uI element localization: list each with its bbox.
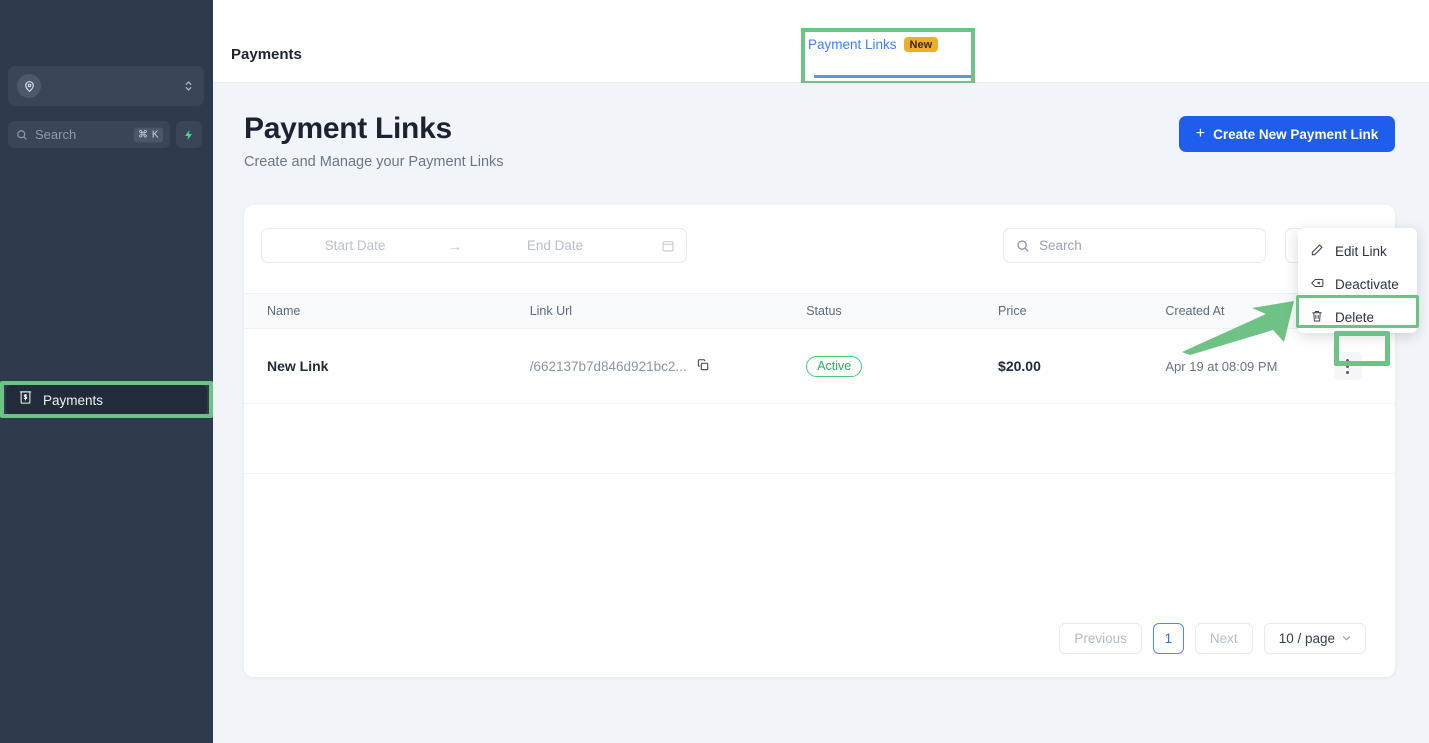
start-date-input[interactable]: Start Date bbox=[270, 238, 440, 253]
cell-created-at: Apr 19 at 08:09 PM bbox=[1165, 328, 1334, 404]
chevron-updown-icon bbox=[184, 79, 193, 93]
menu-item-label: Deactivate bbox=[1335, 277, 1399, 292]
create-button-label: Create New Payment Link bbox=[1213, 126, 1379, 142]
column-header-link-url: Link Url bbox=[529, 293, 807, 329]
date-range-picker[interactable]: Start Date → End Date bbox=[261, 228, 687, 263]
menu-item-edit-link[interactable]: Edit Link bbox=[1298, 235, 1417, 268]
trash-icon bbox=[1310, 309, 1324, 326]
cell-link-url: /662137b7d846d921bc2... bbox=[529, 328, 807, 404]
sidebar-search-input[interactable]: Search ⌘ K bbox=[8, 121, 170, 148]
payment-links-table: Name Link Url Status Price Created At Ne… bbox=[244, 293, 1395, 474]
topbar: Payments Payment Links New bbox=[213, 0, 1429, 83]
vertical-ellipsis-icon[interactable] bbox=[1333, 352, 1362, 380]
table-header-row: Name Link Url Status Price Created At bbox=[244, 293, 1395, 329]
org-switcher[interactable] bbox=[8, 66, 204, 106]
menu-item-label: Delete bbox=[1335, 310, 1375, 325]
calendar-icon bbox=[661, 239, 675, 253]
pagination-page-size-select[interactable]: 10 / page bbox=[1263, 622, 1366, 654]
payment-links-card: Start Date → End Date Search Name Link U… bbox=[244, 205, 1395, 677]
tab-active-underline bbox=[814, 75, 975, 78]
search-shortcut-key: ⌘ K bbox=[134, 127, 163, 142]
main-content: Payment Links Create and Manage your Pay… bbox=[213, 83, 1429, 743]
menu-item-deactivate[interactable]: Deactivate bbox=[1298, 268, 1417, 301]
create-new-payment-link-button[interactable]: + Create New Payment Link bbox=[1179, 116, 1395, 152]
money-receipt-icon bbox=[18, 390, 33, 410]
lightning-bolt-icon[interactable] bbox=[176, 121, 202, 148]
page-title: Payment Links bbox=[244, 112, 452, 145]
column-header-price: Price bbox=[998, 293, 1166, 329]
cell-name: New Link bbox=[244, 328, 530, 404]
tab-payment-links[interactable]: Payment Links New bbox=[808, 37, 939, 63]
column-header-name: Name bbox=[244, 293, 530, 329]
table-empty-row bbox=[244, 403, 1395, 474]
sidebar-item-label: Payments bbox=[43, 392, 104, 408]
table-row: New Link /662137b7d846d921bc2... Active … bbox=[244, 328, 1395, 404]
link-url-text: /662137b7d846d921bc2... bbox=[529, 358, 687, 374]
table-toolbar: Start Date → End Date Search bbox=[244, 205, 1395, 279]
status-badge: Active bbox=[806, 355, 863, 377]
app-root: Search ⌘ K Payments Payments Payment Lin… bbox=[0, 0, 1429, 743]
page-size-label: 10 / page bbox=[1278, 630, 1335, 646]
user-pin-icon bbox=[17, 74, 41, 98]
column-header-status: Status bbox=[806, 293, 999, 329]
sidebar-search-placeholder: Search bbox=[35, 127, 77, 142]
pagination-previous-button[interactable]: Previous bbox=[1059, 622, 1142, 654]
sidebar-search-row: Search ⌘ K bbox=[8, 121, 204, 148]
search-icon bbox=[16, 129, 28, 141]
table-search-placeholder: Search bbox=[1039, 238, 1082, 253]
chevron-down-icon bbox=[1342, 633, 1351, 644]
menu-item-delete[interactable]: Delete bbox=[1298, 301, 1417, 334]
menu-item-label: Edit Link bbox=[1335, 244, 1387, 259]
sidebar: Search ⌘ K Payments bbox=[0, 0, 213, 743]
date-range-arrow-icon: → bbox=[448, 237, 462, 254]
pencil-icon bbox=[1310, 243, 1324, 260]
end-date-input[interactable]: End Date bbox=[470, 238, 640, 253]
table-search-input[interactable]: Search bbox=[1003, 228, 1266, 263]
pagination-page-1-button[interactable]: 1 bbox=[1152, 622, 1184, 654]
cell-price: $20.00 bbox=[998, 328, 1166, 404]
pagination: Previous 1 Next 10 / page bbox=[244, 599, 1395, 677]
cell-actions bbox=[1333, 328, 1395, 404]
search-icon bbox=[1016, 239, 1030, 253]
cell-status: Active bbox=[806, 328, 999, 404]
plus-icon: + bbox=[1195, 125, 1206, 142]
topbar-title: Payments bbox=[231, 46, 302, 63]
row-actions-context-menu: Edit Link Deactivate Delete bbox=[1298, 228, 1417, 333]
copy-icon[interactable] bbox=[696, 358, 710, 375]
page-subtitle: Create and Manage your Payment Links bbox=[244, 154, 504, 170]
new-badge: New bbox=[903, 37, 939, 52]
deactivate-x-icon bbox=[1310, 276, 1324, 293]
tab-label: Payment Links bbox=[808, 37, 897, 52]
pagination-next-button[interactable]: Next bbox=[1194, 622, 1253, 654]
sidebar-item-payments[interactable]: Payments bbox=[6, 385, 207, 415]
